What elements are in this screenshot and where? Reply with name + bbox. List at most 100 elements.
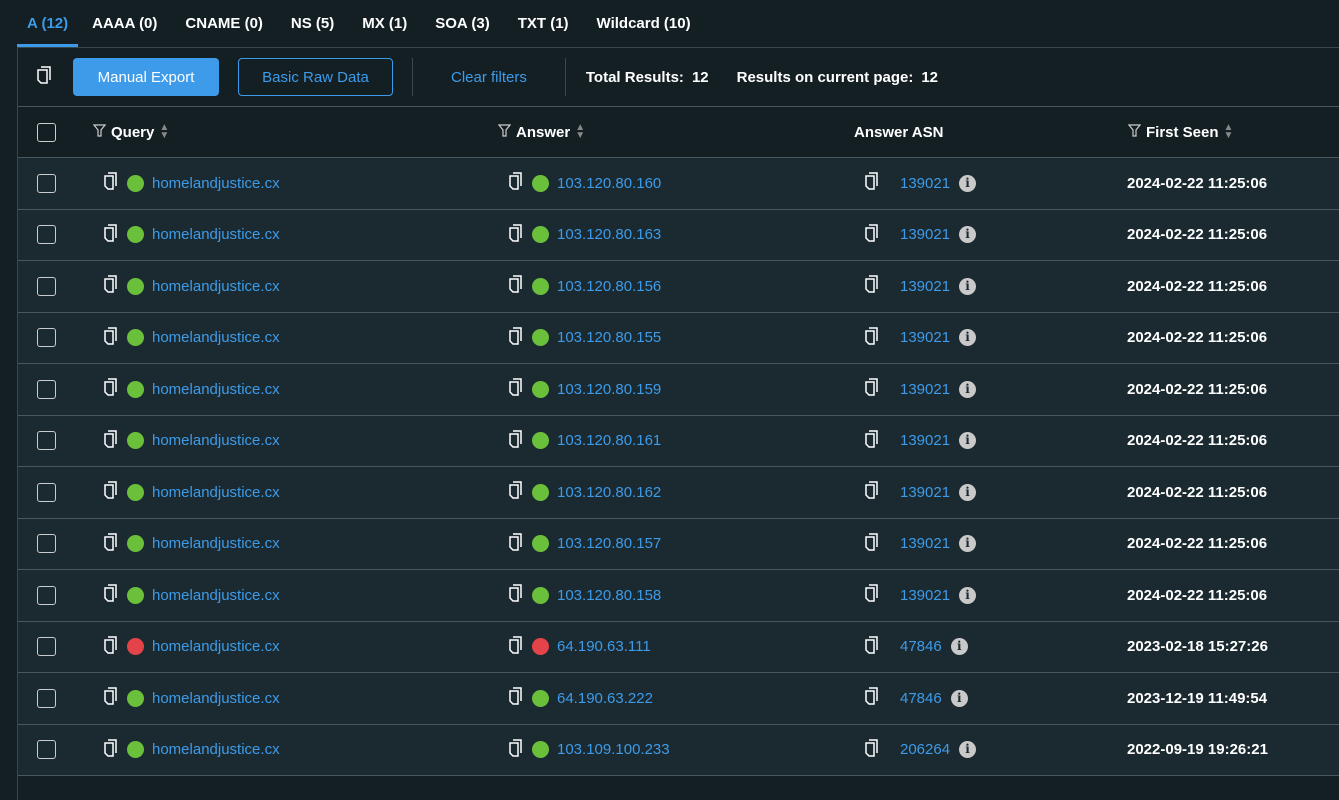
query-link[interactable]: homelandjustice.cx	[152, 587, 280, 604]
copy-icon[interactable]	[103, 378, 119, 400]
copy-icon[interactable]	[864, 224, 880, 246]
copy-icon[interactable]	[103, 739, 119, 761]
query-link[interactable]: homelandjustice.cx	[152, 638, 280, 655]
answer-link[interactable]: 103.120.80.158	[557, 587, 661, 604]
manual-export-button[interactable]: Manual Export	[73, 58, 219, 96]
answer-link[interactable]: 103.120.80.159	[557, 381, 661, 398]
tab-ns[interactable]: NS (5)	[277, 0, 348, 47]
query-link[interactable]: homelandjustice.cx	[152, 484, 280, 501]
clear-filters-link[interactable]: Clear filters	[451, 69, 527, 86]
query-link[interactable]: homelandjustice.cx	[152, 226, 280, 243]
info-icon[interactable]: i	[959, 432, 977, 450]
copy-icon[interactable]	[103, 481, 119, 503]
copy-icon[interactable]	[508, 327, 524, 349]
copy-icon[interactable]	[508, 275, 524, 297]
row-checkbox[interactable]	[37, 585, 56, 605]
row-checkbox[interactable]	[37, 482, 56, 502]
query-link[interactable]: homelandjustice.cx	[152, 278, 280, 295]
copy-icon[interactable]	[864, 636, 880, 658]
row-checkbox[interactable]	[37, 225, 56, 245]
query-link[interactable]: homelandjustice.cx	[152, 329, 280, 346]
answer-link[interactable]: 64.190.63.111	[557, 638, 651, 655]
copy-icon[interactable]	[508, 533, 524, 555]
info-icon[interactable]: i	[959, 226, 977, 244]
answer-link[interactable]: 103.120.80.162	[557, 484, 661, 501]
answer-link[interactable]: 103.120.80.157	[557, 535, 661, 552]
column-query[interactable]: Query	[111, 124, 154, 141]
copy-icon[interactable]	[508, 430, 524, 452]
query-link[interactable]: homelandjustice.cx	[152, 175, 280, 192]
tab-wildcard[interactable]: Wildcard (10)	[583, 0, 705, 47]
tab-mx[interactable]: MX (1)	[348, 0, 421, 47]
answer-link[interactable]: 103.120.80.163	[557, 226, 661, 243]
asn-link[interactable]: 139021	[900, 329, 950, 346]
asn-link[interactable]: 47846	[900, 638, 942, 655]
filter-icon[interactable]	[92, 123, 107, 141]
copy-icon[interactable]	[864, 533, 880, 555]
asn-link[interactable]: 139021	[900, 278, 950, 295]
tab-cname[interactable]: CNAME (0)	[171, 0, 277, 47]
copy-icon[interactable]	[508, 378, 524, 400]
copy-icon[interactable]	[864, 172, 880, 194]
row-checkbox[interactable]	[37, 534, 56, 554]
tab-aaaa[interactable]: AAAA (0)	[78, 0, 171, 47]
row-checkbox[interactable]	[37, 431, 56, 451]
row-checkbox[interactable]	[37, 173, 56, 193]
asn-link[interactable]: 139021	[900, 226, 950, 243]
info-icon[interactable]: i	[959, 174, 977, 192]
copy-icon[interactable]	[103, 327, 119, 349]
asn-link[interactable]: 139021	[900, 484, 950, 501]
info-icon[interactable]: i	[959, 277, 977, 295]
asn-link[interactable]: 139021	[900, 175, 950, 192]
info-icon[interactable]: i	[959, 329, 977, 347]
asn-link[interactable]: 139021	[900, 381, 950, 398]
copy-icon[interactable]	[103, 172, 119, 194]
copy-icon[interactable]	[864, 584, 880, 606]
copy-icon[interactable]	[508, 172, 524, 194]
copy-icon[interactable]	[103, 687, 119, 709]
column-answer[interactable]: Answer	[516, 124, 570, 141]
asn-link[interactable]: 47846	[900, 690, 942, 707]
copy-icon[interactable]	[508, 481, 524, 503]
copy-icon[interactable]	[864, 481, 880, 503]
filter-icon[interactable]	[497, 123, 512, 141]
query-link[interactable]: homelandjustice.cx	[152, 381, 280, 398]
info-icon[interactable]: i	[959, 586, 977, 604]
row-checkbox[interactable]	[37, 740, 56, 760]
tab-txt[interactable]: TXT (1)	[504, 0, 583, 47]
filter-icon[interactable]	[1127, 123, 1142, 141]
tab-soa[interactable]: SOA (3)	[421, 0, 503, 47]
copy-icon[interactable]	[508, 224, 524, 246]
copy-icon[interactable]	[103, 636, 119, 658]
row-checkbox[interactable]	[37, 328, 56, 348]
query-link[interactable]: homelandjustice.cx	[152, 535, 280, 552]
answer-link[interactable]: 103.120.80.160	[557, 175, 661, 192]
asn-link[interactable]: 206264	[900, 741, 950, 758]
asn-link[interactable]: 139021	[900, 432, 950, 449]
copy-icon[interactable]	[103, 584, 119, 606]
asn-link[interactable]: 139021	[900, 535, 950, 552]
answer-link[interactable]: 103.120.80.156	[557, 278, 661, 295]
answer-link[interactable]: 103.109.100.233	[557, 741, 670, 758]
tab-a[interactable]: A (12)	[17, 0, 79, 47]
info-icon[interactable]: i	[959, 483, 977, 501]
copy-icon[interactable]	[103, 533, 119, 555]
info-icon[interactable]: i	[959, 535, 977, 553]
copy-icon[interactable]	[508, 687, 524, 709]
copy-icon[interactable]	[864, 378, 880, 400]
column-first-seen[interactable]: First Seen	[1146, 124, 1219, 141]
row-checkbox[interactable]	[37, 379, 56, 399]
info-icon[interactable]: i	[950, 638, 968, 656]
query-link[interactable]: homelandjustice.cx	[152, 432, 280, 449]
answer-link[interactable]: 64.190.63.222	[557, 690, 653, 707]
sort-icon[interactable]: ▲ ▼	[575, 123, 585, 141]
copy-icon[interactable]	[864, 275, 880, 297]
answer-link[interactable]: 103.120.80.161	[557, 432, 661, 449]
basic-raw-data-button[interactable]: Basic Raw Data	[238, 58, 393, 96]
row-checkbox[interactable]	[37, 688, 56, 708]
info-icon[interactable]: i	[959, 380, 977, 398]
copy-icon[interactable]	[864, 430, 880, 452]
copy-icon[interactable]	[508, 636, 524, 658]
info-icon[interactable]: i	[950, 689, 968, 707]
copy-icon[interactable]	[864, 739, 880, 761]
